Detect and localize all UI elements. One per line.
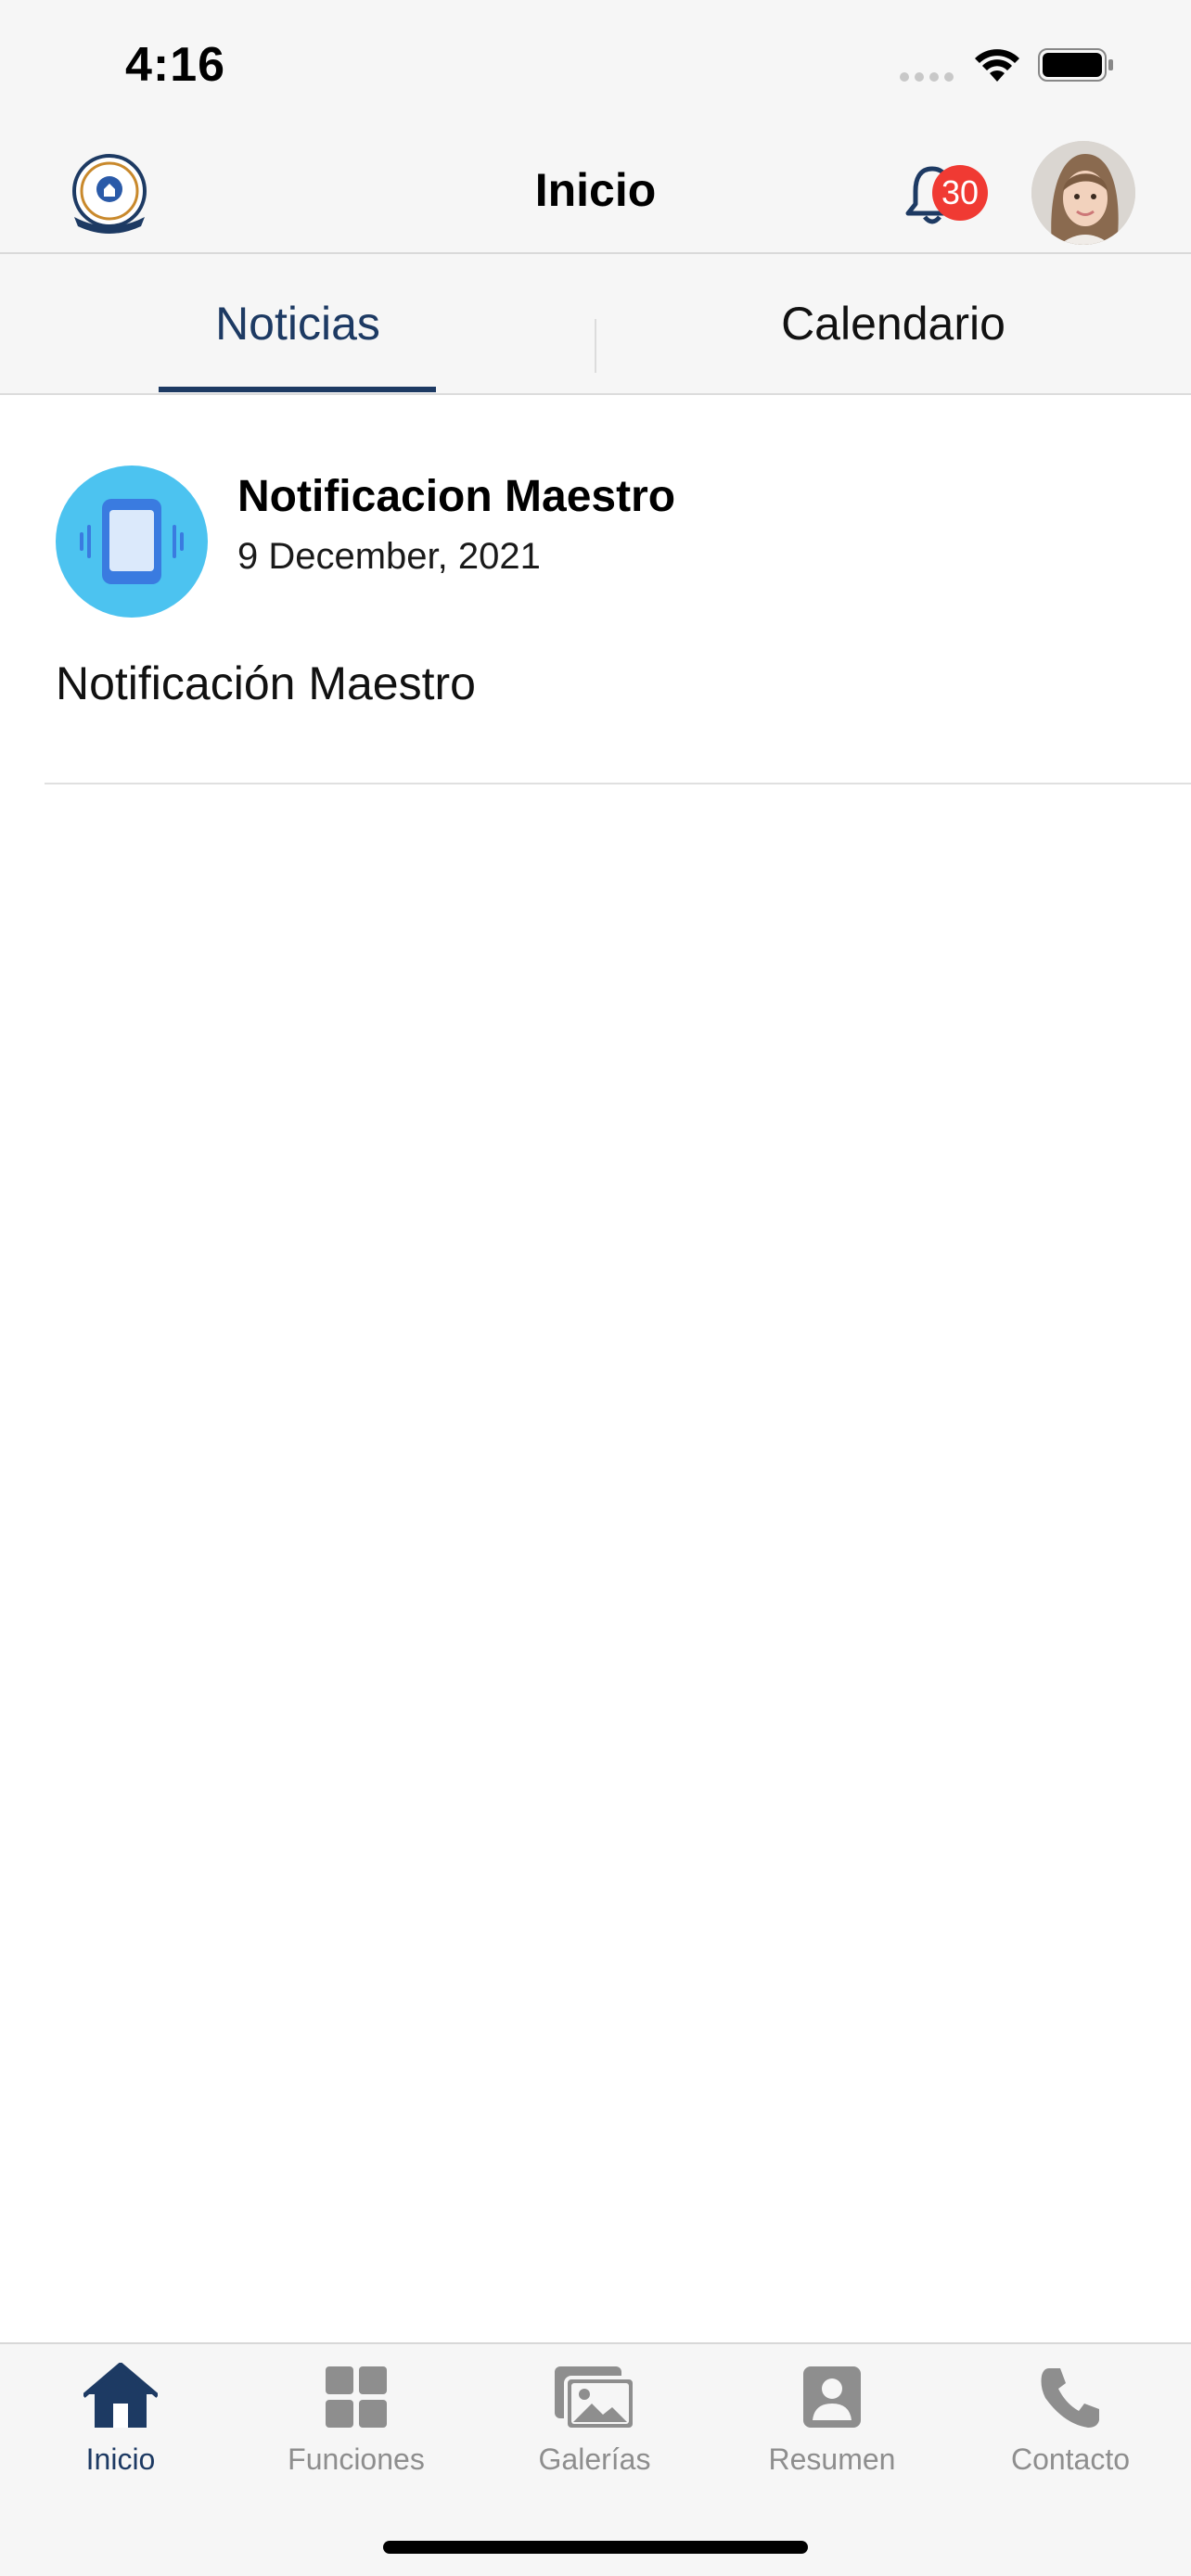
notification-count-badge: 30 — [932, 165, 988, 221]
tab-calendario[interactable]: Calendario — [596, 254, 1191, 393]
tabbar-label: Inicio — [85, 2442, 156, 2476]
tabbar-item-inicio[interactable]: Inicio — [2, 2363, 239, 2493]
status-time: 4:16 — [125, 38, 226, 92]
phone-vibrate-icon — [56, 465, 208, 618]
tab-noticias[interactable]: Noticias — [0, 254, 596, 393]
gallery-icon — [555, 2366, 636, 2431]
grid-icon — [326, 2366, 387, 2428]
tabbar-item-resumen[interactable]: Resumen — [713, 2363, 951, 2493]
tabbar-item-galerias[interactable]: Galerías — [476, 2363, 713, 2493]
home-icon — [83, 2363, 158, 2428]
news-body: Notificación Maestro — [56, 657, 476, 709]
news-item[interactable]: Notificacion Maestro 9 December, 2021 No… — [0, 395, 1191, 784]
tabbar-label: Contacto — [1010, 2442, 1131, 2476]
news-title: Notificacion Maestro — [237, 472, 676, 521]
home-indicator[interactable] — [383, 2541, 808, 2554]
tabbar-label: Galerías — [538, 2442, 651, 2476]
wifi-icon — [975, 49, 1019, 82]
profile-card-icon — [803, 2366, 861, 2428]
tabbar-item-contacto[interactable]: Contacto — [952, 2363, 1189, 2493]
status-bar: 4:16 — [0, 0, 1191, 130]
tabbar-item-funciones[interactable]: Funciones — [237, 2363, 475, 2493]
phone-icon — [1041, 2368, 1099, 2428]
list-divider — [45, 783, 1191, 784]
news-date: 9 December, 2021 — [237, 536, 541, 577]
active-tab-indicator — [159, 387, 436, 392]
user-avatar[interactable] — [1031, 141, 1135, 245]
notifications-button[interactable]: 30 — [904, 158, 988, 232]
battery-icon — [1038, 48, 1113, 82]
page-title: Inicio — [534, 164, 657, 216]
cellular-signal-icon — [900, 72, 954, 82]
avatar-photo — [1031, 141, 1135, 245]
nav-bar: Inicio 30 — [0, 130, 1191, 254]
tabbar-label: Funciones — [288, 2442, 425, 2476]
segmented-tabs: Noticias Calendario — [0, 254, 1191, 395]
tabbar-label: Resumen — [768, 2442, 896, 2476]
